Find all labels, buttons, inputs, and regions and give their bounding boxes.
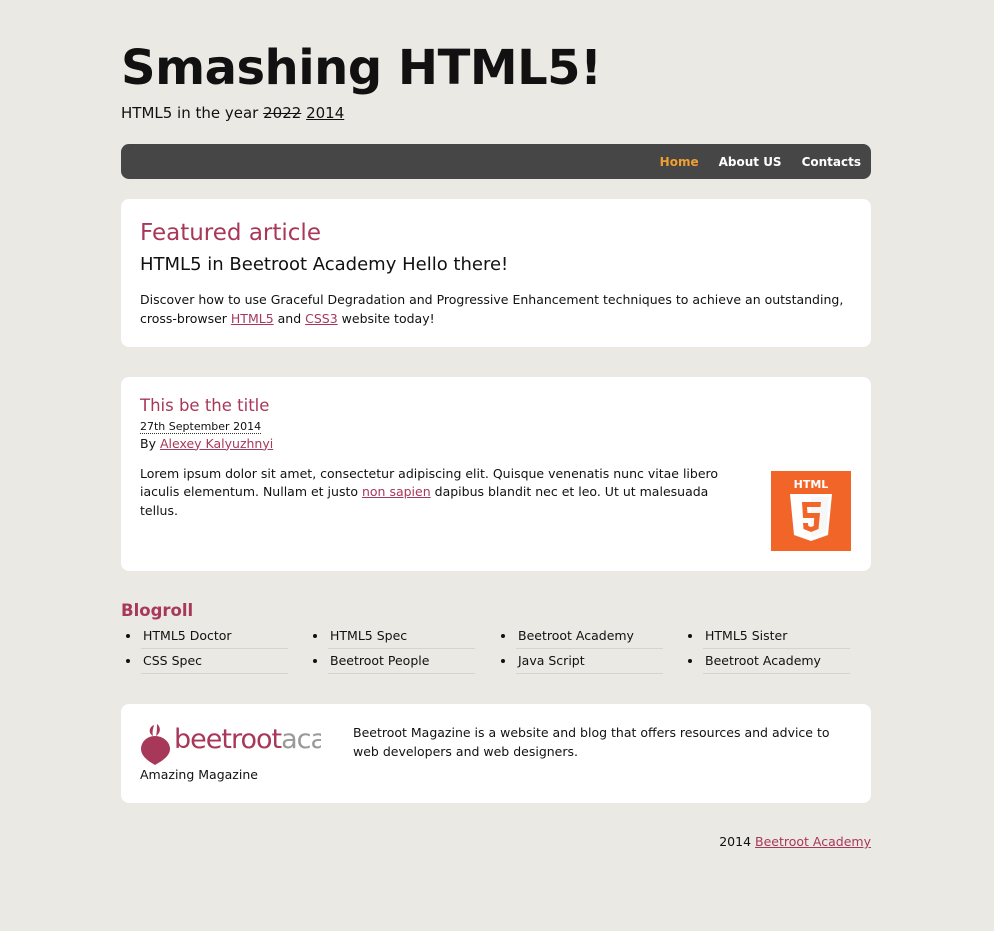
post-body: Lorem ipsum dolor sit amet, consectetur … (140, 465, 740, 521)
featured-text-part: website today! (337, 311, 435, 326)
nav-about-us[interactable]: About US (719, 155, 782, 169)
non-sapien-link[interactable]: non sapien (362, 484, 431, 499)
site-tagline: HTML5 in the year 2022 2014 (121, 104, 344, 122)
beetroot-logo: beetrootacademy (140, 723, 321, 767)
site-title: Smashing HTML5! (121, 40, 602, 96)
featured-subheading: HTML5 in Beetroot Academy Hello there! (140, 254, 509, 275)
blogroll-item[interactable]: Beetroot People (328, 649, 475, 674)
tagline-old-year: 2022 (263, 104, 302, 122)
featured-heading: Featured article (140, 220, 321, 246)
logo-text-part1: beetroot (174, 724, 282, 755)
blog-post: This be the title 27th September 2014 By… (121, 377, 871, 571)
blogroll-item[interactable]: HTML5 Spec (328, 624, 475, 649)
css3-link[interactable]: CSS3 (305, 311, 338, 326)
post-title: This be the title (140, 396, 270, 415)
blogroll-item[interactable]: Beetroot Academy (516, 624, 663, 649)
tagline-prefix: HTML5 in the year (121, 104, 264, 122)
site-footer: 2014 Beetroot Academy (719, 834, 871, 849)
beetroot-icon (141, 724, 170, 765)
blogroll-item[interactable]: HTML5 Sister (703, 624, 850, 649)
html5-link[interactable]: HTML5 (231, 311, 274, 326)
logo-caption: Amazing Magazine (140, 767, 258, 782)
featured-article: Featured article HTML5 in Beetroot Acade… (121, 199, 871, 347)
blogroll-item[interactable]: Beetroot Academy (703, 649, 850, 674)
blogroll-item[interactable]: Java Script (516, 649, 663, 674)
post-date: 27th September 2014 (140, 419, 262, 434)
about-section: beetrootacademy Amazing Magazine Beetroo… (121, 704, 871, 803)
logo-text-part2: academy (281, 724, 321, 755)
post-byline: By Alexey Kalyuzhnyi (140, 436, 852, 451)
html5-logo-label: HTML (794, 478, 829, 491)
blogroll-title: Blogroll (121, 601, 194, 620)
footer-year: 2014 (719, 834, 756, 849)
html5-logo-image: HTML (771, 471, 851, 551)
about-description: Beetroot Magazine is a website and blog … (353, 725, 830, 759)
byline-label: By (140, 435, 160, 451)
footer-link[interactable]: Beetroot Academy (755, 834, 871, 849)
tagline-new-year: 2014 (306, 104, 345, 122)
author-link[interactable]: Alexey Kalyuzhnyi (160, 436, 273, 451)
blogroll-item[interactable]: HTML5 Doctor (141, 624, 288, 649)
featured-text-part: and (273, 311, 306, 326)
html5-shield-icon: HTML (790, 478, 832, 541)
blogroll-item[interactable]: CSS Spec (141, 649, 288, 674)
main-nav: Home About US Contacts (121, 144, 871, 179)
featured-text: Discover how to use Graceful Degradation… (140, 290, 852, 328)
nav-contacts[interactable]: Contacts (802, 155, 861, 169)
nav-home[interactable]: Home (660, 155, 699, 169)
logo-wordmark: beetrootacademy (174, 726, 321, 753)
